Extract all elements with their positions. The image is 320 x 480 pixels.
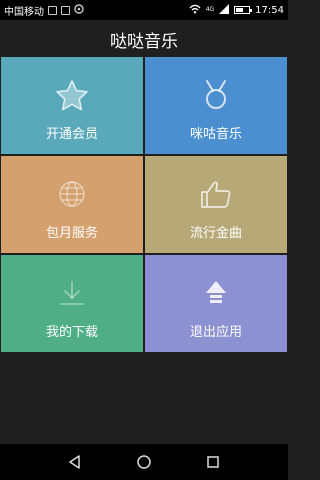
tile-migu-music[interactable]: 咪咕音乐 (145, 57, 287, 154)
star-icon (54, 78, 90, 116)
tile-label: 我的下载 (45, 325, 98, 340)
tile-my-downloads[interactable]: 我的下载 (1, 255, 143, 352)
tile-monthly-service[interactable]: 包月服务 (1, 156, 143, 253)
battery-icon (234, 6, 253, 14)
exit-arrow-icon (202, 278, 230, 312)
navigation-bar (0, 444, 288, 480)
medal-icon (201, 79, 231, 115)
tile-label: 流行金曲 (189, 226, 242, 241)
clock: 17:54 (255, 4, 284, 16)
signal-icon (219, 3, 230, 17)
status-bar: 中国移动 4G 17:54 (0, 0, 288, 20)
image-icon (61, 5, 70, 15)
tile-label: 开通会员 (45, 127, 98, 142)
globe-icon (56, 178, 88, 214)
carrier-label: 中国移动 (4, 6, 44, 18)
tile-popular-songs[interactable]: 流行金曲 (145, 156, 287, 253)
settings-icon (74, 3, 84, 17)
thumbs-up-icon (199, 179, 233, 213)
recents-icon[interactable] (199, 448, 227, 476)
tile-exit-app[interactable]: 退出应用 (145, 255, 287, 352)
back-icon[interactable] (61, 448, 89, 476)
tile-label: 咪咕音乐 (189, 127, 242, 142)
message-icon (48, 5, 57, 15)
menu-grid: 开通会员 咪咕音乐 包月服务 流行金曲 我的下载 退出应用 (1, 57, 287, 353)
tile-label: 包月服务 (45, 226, 98, 241)
wifi-icon (189, 4, 201, 17)
download-icon (57, 278, 87, 312)
app-title: 哒哒音乐 (110, 31, 178, 52)
home-icon[interactable] (130, 448, 158, 476)
tile-label: 退出应用 (189, 325, 242, 340)
tile-vip[interactable]: 开通会员 (1, 57, 143, 154)
battery-level (236, 8, 244, 12)
network-type-label: 4G (205, 5, 215, 13)
app-title-bar: 哒哒音乐 (0, 20, 288, 58)
